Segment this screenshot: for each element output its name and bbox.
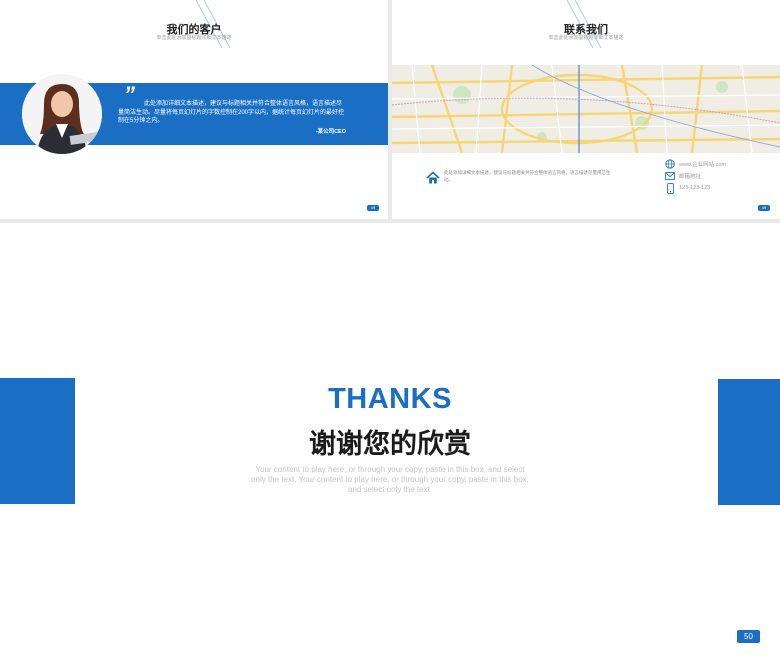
email-row[interactable]: 邮箱地址 [664,171,701,181]
thanks-heading: THANKS [328,383,452,415]
website-text: www.企业网站.com [679,162,727,168]
mail-icon [664,171,676,181]
phone-row[interactable]: 123-123-123 [664,182,711,194]
slide-subtitle: 单击此处添加副标题详细文本描述 [156,35,232,41]
phone-icon [664,182,676,194]
contact-description: 此处添加详细文本描述，建议与标题相关并符合整体语言风格，语言描述尽量简洁生动。 [444,170,611,182]
slide-our-clients[interactable]: 我们的客户 单击此处添加副标题详细文本描述 ” 此处添加详细文本描述，建议与标题… [0,0,388,219]
page-number: 50 [737,630,760,643]
phone-text: 123-123-123 [679,185,711,191]
person-photo [22,74,102,154]
website-row[interactable]: www.企业网站.com [664,159,726,169]
thanks-body-text: Your content to play here, or through yo… [251,465,529,494]
email-text: 邮箱地址 [679,174,702,180]
thanks-subheading: 谢谢您的欣赏 [309,429,471,459]
page-number: 49 [758,205,770,211]
quote-author: -某公司CEO [315,129,346,135]
home-icon [426,171,440,184]
slide-subtitle: 单击此处添加副标题详细文本描述 [548,35,624,41]
map-graphic [392,64,780,154]
slide-contact-us[interactable]: 联系我们 单击此处添加副标题详细文本描述 此处添加详细文本描述，建议与标题相关并… [392,0,780,219]
city-map[interactable] [392,64,780,154]
slide-thanks[interactable]: THANKS 谢谢您的欣赏 Your content to play here,… [0,223,780,661]
avatar [22,74,102,154]
globe-icon [664,159,676,169]
quote-text: 此处添加详细文本描述，建议与标题相关并符合整体语言风格，语言描述尽量简洁生动。尽… [118,101,345,124]
page-number: 49 [367,205,379,211]
